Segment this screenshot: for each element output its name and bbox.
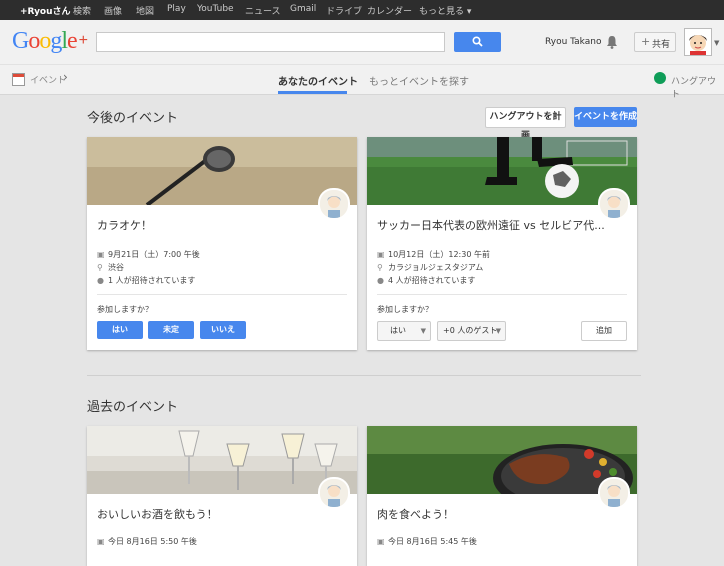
section-divider bbox=[87, 375, 641, 376]
rsvp-question: 参加しますか？ bbox=[97, 305, 153, 314]
topbar-link-gmail[interactable]: Gmail bbox=[290, 4, 316, 14]
topbar-link-play[interactable]: Play bbox=[167, 4, 186, 14]
events-subnav: イベント › あなたのイベント もっとイベントを探す ハングアウト bbox=[0, 65, 724, 100]
topbar-link-news[interactable]: ニュース bbox=[245, 4, 281, 17]
event-card-meat[interactable]: 肉を食べよう！ ▣ 今日 8月16日 5:45 午後 bbox=[367, 426, 637, 566]
organizer-face-icon bbox=[600, 190, 628, 218]
topbar-link-youtube[interactable]: YouTube bbox=[197, 4, 234, 14]
event-title[interactable]: カラオケ！ bbox=[97, 217, 152, 233]
hangouts-link[interactable]: ハングアウト bbox=[671, 74, 724, 100]
event-date: ▣ 今日 8月16日 5:45 午後 bbox=[377, 537, 477, 546]
create-event-button[interactable]: イベントを作成 bbox=[574, 107, 637, 127]
active-tab-indicator bbox=[278, 91, 347, 94]
event-card-karaoke[interactable]: カラオケ！ ▣ 9月21日（土）7:00 午後 ⚲ 渋谷 ● 1 人が招待されています… bbox=[87, 137, 357, 350]
location-pin-icon: ⚲ bbox=[97, 263, 103, 272]
event-title[interactable]: おいしいお酒を飲もう！ bbox=[97, 506, 218, 522]
rsvp-maybe-button[interactable]: 未定 bbox=[148, 321, 194, 339]
organizer-avatar[interactable] bbox=[598, 188, 630, 220]
organizer-face-icon bbox=[320, 479, 348, 507]
event-image-steak bbox=[367, 426, 637, 494]
plan-hangout-button[interactable]: ハングアウトを計画 bbox=[485, 107, 566, 141]
rsvp-select[interactable]: はい ▼ bbox=[377, 321, 431, 341]
topbar-link-drive[interactable]: ドライブ bbox=[326, 4, 362, 17]
share-button[interactable]: + 共有 bbox=[634, 32, 676, 52]
rsvp-question: 参加しますか？ bbox=[377, 305, 433, 314]
event-date: ▣ 今日 8月16日 5:50 午後 bbox=[97, 537, 197, 546]
location-pin-icon: ⚲ bbox=[377, 263, 383, 272]
upcoming-events-heading: 今後のイベント bbox=[87, 111, 179, 126]
dropdown-caret-icon: ▼ bbox=[420, 327, 426, 335]
event-location: ⚲ カラジョルジェスタジアム bbox=[377, 263, 484, 272]
rsvp-no-button[interactable]: いいえ bbox=[200, 321, 246, 339]
event-date: ▣ 10月12日（土）12:30 午前 bbox=[377, 250, 490, 259]
events-breadcrumb[interactable]: イベント bbox=[30, 73, 66, 86]
event-image-microphone bbox=[87, 137, 357, 205]
event-invited: ● 1 人が招待されています bbox=[97, 276, 196, 285]
avatar-face-icon bbox=[685, 29, 711, 55]
person-icon: ● bbox=[97, 276, 104, 285]
topbar-profile-link[interactable]: +Ryouさん bbox=[20, 4, 71, 17]
logo-text: Google bbox=[12, 28, 78, 54]
organizer-avatar[interactable] bbox=[318, 477, 350, 509]
topbar-more-menu[interactable]: もっと見る ▾ bbox=[419, 4, 471, 17]
calendar-small-icon: ▣ bbox=[377, 537, 385, 546]
rsvp-yes-button[interactable]: はい bbox=[97, 321, 143, 339]
event-location: ⚲ 渋谷 bbox=[97, 263, 124, 272]
organizer-face-icon bbox=[600, 479, 628, 507]
add-guest-button[interactable]: 追加 bbox=[581, 321, 627, 341]
card-divider bbox=[97, 294, 347, 295]
event-title[interactable]: 肉を食べよう！ bbox=[377, 506, 454, 522]
google-plus-logo[interactable]: Google + bbox=[12, 28, 88, 55]
event-invited: ● 4 人が招待されています bbox=[377, 276, 476, 285]
calendar-small-icon: ▣ bbox=[97, 537, 105, 546]
event-image-champagne bbox=[87, 426, 357, 494]
topbar-link-images[interactable]: 画像 bbox=[104, 4, 122, 17]
event-card-drinks[interactable]: おいしいお酒を飲もう！ ▣ 今日 8月16日 5:50 午後 bbox=[87, 426, 357, 566]
topbar-link-search[interactable]: 検索 bbox=[73, 4, 91, 17]
share-plus-icon: + bbox=[641, 35, 651, 48]
event-date: ▣ 9月21日（土）7:00 午後 bbox=[97, 250, 200, 259]
guests-select[interactable]: +0 人のゲスト ▼ bbox=[437, 321, 506, 341]
search-icon bbox=[472, 36, 483, 47]
google-bar: +Ryouさん 検索 画像 地図 Play YouTube ニュース Gmail… bbox=[0, 0, 724, 20]
event-image-soccer bbox=[367, 137, 637, 205]
share-label: 共有 bbox=[652, 40, 671, 50]
card-divider bbox=[377, 294, 627, 295]
calendar-icon bbox=[12, 73, 25, 86]
user-name-link[interactable]: Ryou Takano bbox=[545, 37, 601, 47]
search-button[interactable] bbox=[454, 32, 501, 52]
search-input[interactable] bbox=[96, 32, 445, 52]
organizer-avatar[interactable] bbox=[318, 188, 350, 220]
dropdown-caret-icon: ▼ bbox=[495, 327, 501, 335]
account-avatar[interactable] bbox=[684, 28, 712, 56]
people-icon: ● bbox=[377, 276, 384, 285]
calendar-small-icon: ▣ bbox=[377, 250, 385, 259]
event-card-soccer[interactable]: サッカー日本代表の欧州遠征 vs セルビア代... ▣ 10月12日（土）12:3… bbox=[367, 137, 637, 350]
account-caret-icon[interactable]: ▼ bbox=[714, 39, 719, 47]
tab-find-events[interactable]: もっとイベントを探す bbox=[369, 73, 469, 88]
logo-plus: + bbox=[78, 32, 88, 49]
topbar-link-maps[interactable]: 地図 bbox=[136, 4, 154, 17]
event-title[interactable]: サッカー日本代表の欧州遠征 vs セルビア代... bbox=[377, 217, 605, 233]
organizer-face-icon bbox=[320, 190, 348, 218]
tab-your-events[interactable]: あなたのイベント bbox=[278, 73, 358, 88]
past-events-heading: 過去のイベント bbox=[87, 400, 179, 415]
organizer-avatar[interactable] bbox=[598, 477, 630, 509]
chevron-right-icon[interactable]: › bbox=[63, 70, 68, 84]
header: Google + Ryou Takano + 共有 ▼ bbox=[0, 20, 724, 65]
topbar-link-calendar[interactable]: カレンダー bbox=[367, 4, 412, 17]
hangouts-icon bbox=[654, 72, 666, 84]
calendar-small-icon: ▣ bbox=[97, 250, 105, 259]
notification-bell-icon[interactable] bbox=[606, 35, 618, 49]
